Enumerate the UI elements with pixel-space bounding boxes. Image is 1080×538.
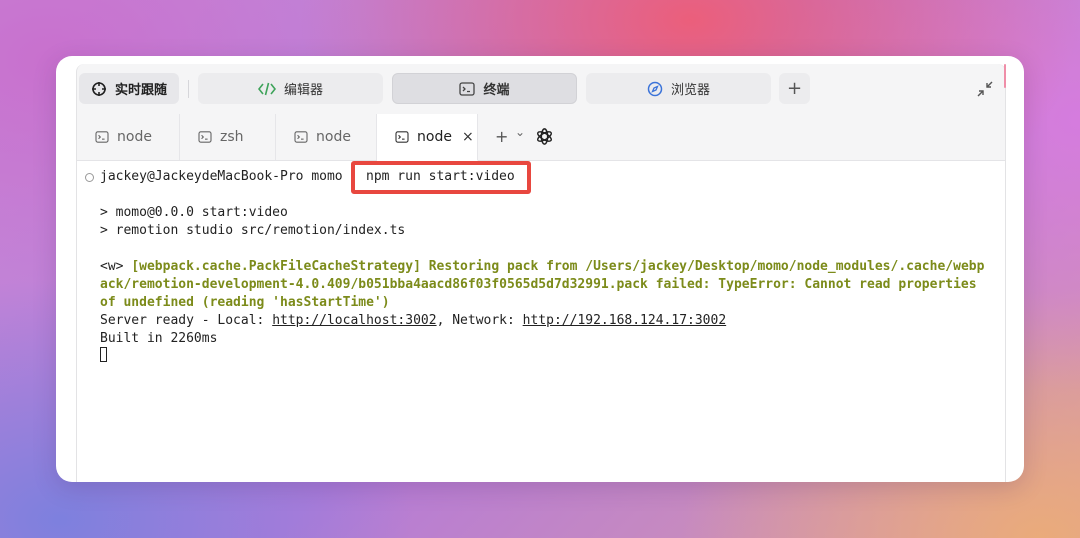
browser-tab-button[interactable]: 浏览器 xyxy=(586,73,771,104)
terminal-icon xyxy=(294,131,308,143)
editor-label: 编辑器 xyxy=(283,83,323,98)
terminal-label: 终端 xyxy=(483,83,510,98)
app-window: 实时跟随 编辑器 终端 浏览器 + node zsh node node × +… xyxy=(56,56,1024,482)
editor-tab-button[interactable]: 编辑器 xyxy=(198,73,383,104)
compass-icon xyxy=(647,81,663,97)
command-text: npm run start:video xyxy=(366,169,515,184)
terminal-icon xyxy=(198,131,212,143)
terminal-icon xyxy=(459,81,476,96)
terminal-icon xyxy=(95,131,109,143)
warning-prefix: <w> xyxy=(100,259,132,274)
close-tab-icon[interactable]: × xyxy=(462,129,474,145)
follow-button[interactable]: 实时跟随 xyxy=(79,73,179,104)
terminal-icon xyxy=(395,131,409,143)
warning-text: of undefined (reading 'hasStartTime') xyxy=(100,295,390,310)
terminal-tab-2[interactable]: zsh xyxy=(180,114,276,160)
warning-line: <w> [webpack.cache.PackFileCacheStrategy… xyxy=(100,258,984,276)
network-url-link[interactable]: http://192.168.124.17:3002 xyxy=(523,313,727,328)
chevron-down-icon[interactable]: ⌄ xyxy=(515,125,525,139)
terminal-output[interactable]: jackey@JackeydeMacBook-Pro momo npm run … xyxy=(77,161,1005,482)
prompt-text: jackey@JackeydeMacBook-Pro momo xyxy=(100,169,343,184)
terminal-tab-4-active[interactable]: node × xyxy=(377,114,478,161)
tab-label: node xyxy=(316,129,351,145)
tab-label: zsh xyxy=(220,129,244,145)
terminal-tab-button[interactable]: 终端 xyxy=(392,73,577,104)
tab-label: node xyxy=(117,129,152,145)
server-ready-line: Server ready - Local: http://localhost:3… xyxy=(100,312,726,330)
server-prefix: Server ready - Local: xyxy=(100,313,273,328)
terminal-tab-1[interactable]: node xyxy=(77,114,180,160)
collapse-icon[interactable] xyxy=(977,81,993,101)
add-panel-button[interactable]: + xyxy=(779,73,810,104)
new-tab-button[interactable]: + xyxy=(495,127,508,146)
chatgpt-icon[interactable] xyxy=(535,127,554,150)
warning-text: [webpack.cache.PackFileCacheStrategy] Re… xyxy=(131,259,985,274)
code-icon xyxy=(257,82,276,96)
add-panel-label: + xyxy=(786,78,803,99)
top-toolbar: 实时跟随 编辑器 终端 浏览器 + xyxy=(77,64,1005,114)
crosshair-icon xyxy=(91,81,107,97)
browser-label: 浏览器 xyxy=(670,83,710,98)
output-line: > remotion studio src/remotion/index.ts xyxy=(100,223,406,238)
terminal-panel: 实时跟随 编辑器 终端 浏览器 + node zsh node node × +… xyxy=(76,64,1006,482)
terminal-tab-3[interactable]: node xyxy=(276,114,377,160)
warning-text: ack/remotion-development-4.0.409/b051bba… xyxy=(100,277,977,292)
local-url-link[interactable]: http://localhost:3002 xyxy=(272,313,436,328)
network-label: , Network: xyxy=(436,313,523,328)
built-line: Built in 2260ms xyxy=(100,331,218,346)
tab-label: node xyxy=(417,129,452,145)
window-edge-accent xyxy=(1004,64,1006,88)
toolbar-divider xyxy=(188,80,189,98)
prompt-status-icon xyxy=(85,173,94,182)
follow-label: 实时跟随 xyxy=(114,83,167,98)
terminal-cursor xyxy=(100,347,107,362)
terminal-tab-bar: node zsh node node × + ⌄ xyxy=(77,114,1005,161)
output-line: > momo@0.0.0 start:video xyxy=(100,205,288,220)
